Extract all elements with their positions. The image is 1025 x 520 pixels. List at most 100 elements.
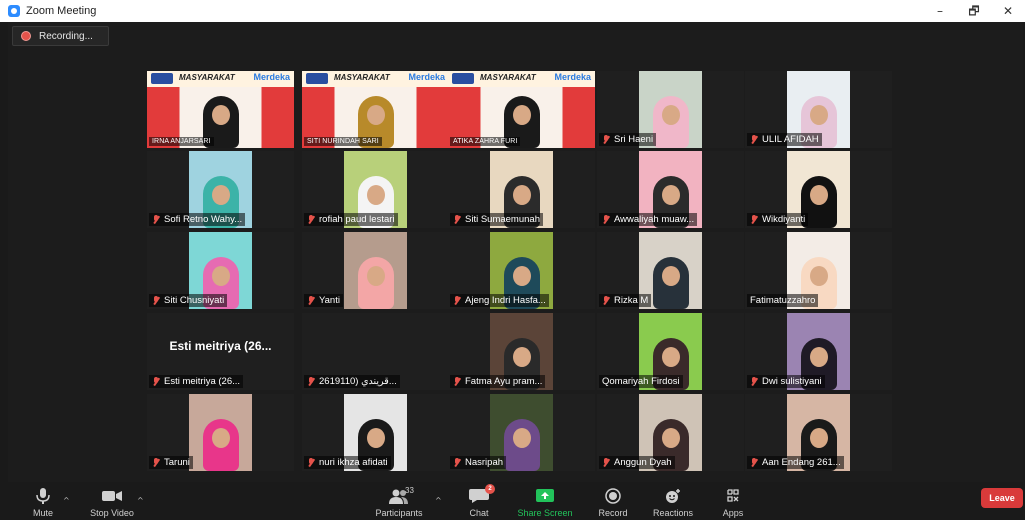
participant-tile[interactable]: Sofi Retno Wahy...: [147, 151, 294, 228]
chat-button[interactable]: 2 Chat: [464, 482, 495, 520]
recording-indicator[interactable]: Recording...: [12, 26, 109, 46]
muted-mic-icon: [307, 376, 315, 387]
participants-label: Participants: [375, 508, 423, 518]
participant-tile[interactable]: Esti meitriya (26... Esti meitriya (26...: [147, 313, 294, 390]
banner-brand: Merdeka: [253, 72, 290, 82]
participant-tile[interactable]: Siti Sumaemunah: [448, 151, 595, 228]
record-icon: [601, 488, 625, 504]
mute-button[interactable]: Mute: [28, 482, 58, 520]
window-title: Zoom Meeting: [26, 5, 97, 17]
close-button[interactable]: ✕: [991, 0, 1025, 22]
participant-nameplate: Siti Chusniyati: [149, 294, 228, 307]
participant-nameplate: Fatimatuzzahro: [747, 294, 819, 307]
participant-name: Sri Haeni: [614, 134, 654, 145]
participant-nameplate: Aan Endang 261...: [747, 456, 844, 469]
muted-mic-icon: [602, 457, 610, 468]
participant-tile[interactable]: MASYARAKAT Merdeka SITI NURINDAH SARI: [302, 71, 449, 148]
muted-mic-icon: [453, 295, 461, 306]
participant-tile[interactable]: Siti Chusniyati: [147, 232, 294, 309]
chat-bubble-icon: 2: [467, 484, 495, 504]
participant-tile[interactable]: MASYARAKAT Merdeka ATIKA ZAHRA FURI: [448, 71, 595, 148]
participant-nameplate: Siti Sumaemunah: [450, 213, 543, 226]
participant-tile[interactable]: nuri ikhza afidati: [302, 394, 449, 471]
participant-nameplate: Rizka M: [599, 294, 652, 307]
mute-label: Mute: [32, 508, 53, 518]
share-screen-icon: [533, 488, 557, 504]
banner-logo-icon: [151, 73, 173, 84]
microphone-icon: [31, 488, 55, 504]
participant-tile[interactable]: Wikdiyanti: [745, 151, 892, 228]
muted-mic-icon: [152, 214, 160, 225]
participant-nameplate: Ajeng Indri Hasfa...: [450, 294, 549, 307]
restore-button[interactable]: 🗗: [957, 0, 991, 22]
participant-tile[interactable]: Fatimatuzzahro: [745, 232, 892, 309]
participant-name: Qomariyah Firdosi: [602, 376, 680, 387]
participant-name: Taruni: [164, 457, 190, 468]
person-silhouette: [649, 257, 693, 309]
participant-name: rofiah paud lestari: [319, 214, 395, 225]
participant-tile[interactable]: Ajeng Indri Hasfa...: [448, 232, 595, 309]
muted-mic-icon: [152, 295, 160, 306]
participant-tile[interactable]: Yanti: [302, 232, 449, 309]
participant-name: Anggun Dyah: [614, 457, 672, 468]
participants-icon: 33: [387, 486, 414, 504]
participants-caret-icon[interactable]: ^: [435, 496, 442, 505]
chat-label: Chat: [469, 508, 489, 518]
participant-nameplate: rofiah paud lestari: [304, 213, 398, 226]
muted-mic-icon: [307, 214, 315, 225]
chat-unread-badge: 2: [485, 484, 495, 494]
participant-name: ULIL AFIDAH: [762, 134, 819, 145]
participant-tile[interactable]: 2619110) قريندي...: [302, 313, 449, 390]
participant-tile[interactable]: Taruni: [147, 394, 294, 471]
participant-display-name: Esti meitriya (26...: [169, 339, 272, 353]
recording-label: Recording...: [39, 30, 93, 42]
participant-tile[interactable]: ULIL AFIDAH: [745, 71, 892, 148]
banner-brand: Merdeka: [408, 72, 445, 82]
reactions-button[interactable]: Reactions: [650, 482, 696, 520]
participant-tile[interactable]: rofiah paud lestari: [302, 151, 449, 228]
video-camera-icon: [100, 488, 124, 504]
apps-button[interactable]: Apps: [718, 482, 748, 520]
record-button[interactable]: Record: [596, 482, 630, 520]
stop-video-button[interactable]: Stop Video: [86, 482, 138, 520]
participant-tile[interactable]: MASYARAKAT Merdeka IRNA ANJARSARI: [147, 71, 294, 148]
participant-name: Siti Chusniyati: [164, 295, 225, 306]
share-screen-button[interactable]: Share Screen: [514, 482, 576, 520]
participant-name: Sofi Retno Wahy...: [164, 214, 243, 225]
participant-tile[interactable]: Sri Haeni: [597, 71, 744, 148]
person-silhouette: [354, 257, 398, 309]
muted-mic-icon: [453, 214, 461, 225]
leave-button[interactable]: Leave: [981, 488, 1023, 508]
participant-tile[interactable]: Nasripah: [448, 394, 595, 471]
audio-options-caret-icon[interactable]: ^: [63, 496, 70, 505]
participant-name: SITI NURINDAH SARI: [307, 138, 379, 145]
share-screen-label: Share Screen: [517, 508, 573, 518]
participant-nameplate: SITI NURINDAH SARI: [304, 137, 382, 146]
participant-name: IRNA ANJARSARI: [152, 138, 211, 145]
participants-button[interactable]: 33 Participants: [372, 482, 426, 520]
participant-tile[interactable]: Aan Endang 261...: [745, 394, 892, 471]
smiley-plus-icon: [661, 488, 685, 504]
muted-mic-icon: [602, 134, 610, 145]
participant-tile[interactable]: Qomariyah Firdosi: [597, 313, 744, 390]
participant-tile[interactable]: Fatma Ayu pram...: [448, 313, 595, 390]
participant-name: 2619110) قريندي...: [319, 376, 397, 387]
participant-tile[interactable]: Awwaliyah muaw...: [597, 151, 744, 228]
participant-name: Fatma Ayu pram...: [465, 376, 543, 387]
banner-text: MASYARAKAT: [179, 73, 235, 82]
participant-tile[interactable]: Rizka M: [597, 232, 744, 309]
muted-mic-icon: [453, 376, 461, 387]
participant-tile[interactable]: Dwi sulistiyani: [745, 313, 892, 390]
participant-nameplate: Esti meitriya (26...: [149, 375, 244, 388]
participant-tile[interactable]: Anggun Dyah: [597, 394, 744, 471]
participant-nameplate: Sri Haeni: [599, 133, 657, 146]
muted-mic-icon: [152, 457, 160, 468]
background-banner: MASYARAKAT Merdeka: [448, 71, 595, 87]
minimize-button[interactable]: –: [923, 0, 957, 22]
person-silhouette: [199, 419, 243, 471]
zoom-app-icon: [8, 5, 20, 17]
muted-mic-icon: [750, 214, 758, 225]
participant-name: Dwi sulistiyani: [762, 376, 822, 387]
muted-mic-icon: [750, 457, 758, 468]
video-options-caret-icon[interactable]: ^: [137, 496, 144, 505]
